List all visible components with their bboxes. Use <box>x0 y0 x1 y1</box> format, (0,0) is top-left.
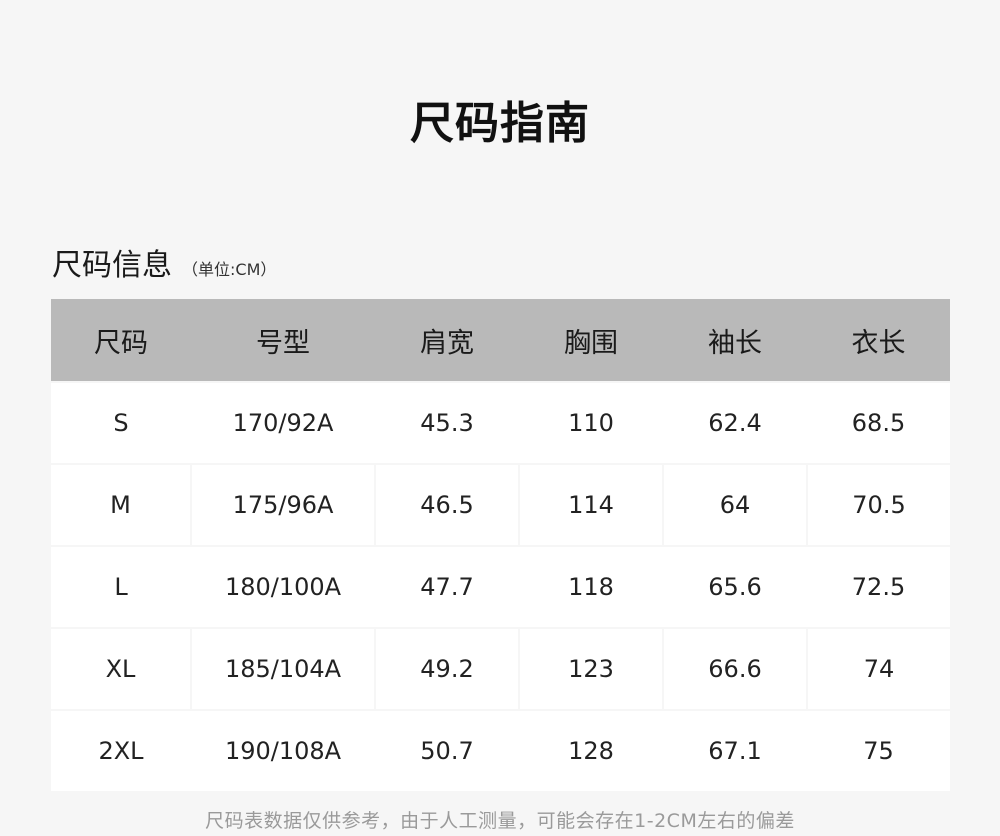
cell-sleeve: 65.6 <box>663 545 807 628</box>
header-chest: 胸围 <box>519 299 663 382</box>
cell-chest: 123 <box>518 627 663 710</box>
cell-sleeve: 66.6 <box>662 627 807 710</box>
cell-size: S <box>51 381 191 464</box>
cell-sleeve: 64 <box>662 463 807 546</box>
cell-shoulder: 47.7 <box>375 545 519 628</box>
cell-chest: 118 <box>519 545 663 628</box>
cell-chest: 128 <box>519 709 663 791</box>
cell-shoulder: 50.7 <box>375 709 519 791</box>
header-spec: 号型 <box>191 299 375 382</box>
cell-spec: 190/108A <box>191 709 375 791</box>
table-row: L 180/100A 47.7 118 65.6 72.5 <box>51 545 950 628</box>
cell-size: M <box>51 463 191 546</box>
header-shoulder: 肩宽 <box>375 299 519 382</box>
unit-label: （单位:CM） <box>182 260 277 279</box>
cell-spec: 175/96A <box>190 463 375 546</box>
header-size: 尺码 <box>51 299 191 382</box>
header-length: 衣长 <box>807 299 950 382</box>
table-row: S 170/92A 45.3 110 62.4 68.5 <box>51 381 950 464</box>
section-heading: 尺码信息 （单位:CM） <box>52 244 276 288</box>
cell-chest: 110 <box>519 381 663 464</box>
section-title: 尺码信息 <box>52 248 172 283</box>
cell-length: 70.5 <box>806 463 950 546</box>
cell-length: 75 <box>807 709 950 791</box>
cell-spec: 180/100A <box>191 545 375 628</box>
cell-spec: 185/104A <box>190 627 375 710</box>
cell-size: 2XL <box>51 709 191 791</box>
cell-size: XL <box>51 627 191 710</box>
size-table: 尺码 号型 肩宽 胸围 袖长 衣长 S 170/92A 45.3 110 62.… <box>51 299 950 791</box>
table-row: M 175/96A 46.5 114 64 70.5 <box>51 463 950 546</box>
cell-chest: 114 <box>518 463 663 546</box>
cell-sleeve: 62.4 <box>663 381 807 464</box>
cell-spec: 170/92A <box>191 381 375 464</box>
cell-size: L <box>51 545 191 628</box>
cell-length: 74 <box>806 627 950 710</box>
cell-shoulder: 45.3 <box>375 381 519 464</box>
table-row: XL 185/104A 49.2 123 66.6 74 <box>51 627 950 710</box>
table-header-row: 尺码 号型 肩宽 胸围 袖长 衣长 <box>51 299 950 382</box>
page-title: 尺码指南 <box>410 98 590 149</box>
cell-length: 68.5 <box>807 381 950 464</box>
cell-sleeve: 67.1 <box>663 709 807 791</box>
cell-shoulder: 49.2 <box>374 627 519 710</box>
header-sleeve: 袖长 <box>663 299 807 382</box>
cell-length: 72.5 <box>807 545 950 628</box>
table-row: 2XL 190/108A 50.7 128 67.1 75 <box>51 709 950 791</box>
cell-shoulder: 46.5 <box>374 463 519 546</box>
